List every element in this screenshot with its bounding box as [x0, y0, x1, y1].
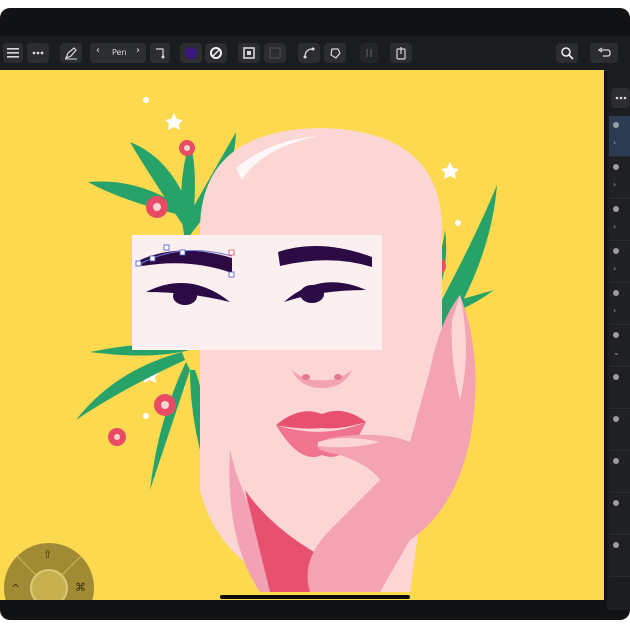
square-button[interactable]	[238, 43, 260, 63]
pen-tool-icon	[64, 47, 77, 60]
prev-tool-button[interactable]: ‹	[96, 45, 100, 56]
align-button[interactable]	[360, 43, 378, 63]
node-button[interactable]	[150, 43, 170, 63]
layers-panel-strip: › › › › › ⌄	[607, 70, 630, 610]
layer-row[interactable]: ›	[609, 242, 630, 283]
more-button[interactable]	[27, 43, 49, 63]
export-button[interactable]	[390, 43, 412, 63]
more-icon	[615, 96, 626, 100]
fill-color-button[interactable]	[180, 43, 202, 63]
layer-row[interactable]	[609, 368, 630, 409]
square-icon	[243, 47, 255, 59]
device-frame: ‹ Pen › ⇧ ^ ⌘ › › › › › ⌄	[0, 8, 630, 620]
layer-row[interactable]: ⌄	[609, 326, 630, 367]
align-icon	[366, 49, 372, 57]
star-icon	[143, 413, 149, 419]
snap-button[interactable]	[324, 43, 346, 63]
star-icon	[165, 113, 183, 130]
layer-row[interactable]: ›	[609, 284, 630, 325]
layer-row[interactable]: ›	[609, 116, 630, 157]
home-indicator	[220, 595, 410, 599]
tool-selector[interactable]: ‹ Pen ›	[90, 43, 146, 63]
gesture-right-button[interactable]: ⌘	[75, 581, 86, 594]
square-outline-button[interactable]	[264, 43, 286, 63]
fill-color-icon	[185, 47, 197, 59]
join-button[interactable]	[298, 43, 320, 63]
artwork-illustration	[76, 97, 497, 592]
zoom-button[interactable]	[556, 43, 578, 63]
gesture-left-button[interactable]: ^	[11, 582, 20, 595]
panel-more-button[interactable]	[611, 88, 630, 108]
more-icon	[32, 51, 44, 55]
artboard-canvas[interactable]: ⇧ ^ ⌘ ⌥	[0, 70, 604, 600]
export-icon	[396, 47, 406, 60]
menu-icon	[7, 48, 19, 58]
snap-icon	[330, 48, 341, 59]
join-icon	[303, 47, 315, 59]
undo-icon	[597, 47, 611, 57]
node-icon	[156, 48, 165, 59]
gesture-up-button[interactable]: ⇧	[43, 548, 52, 561]
zoom-icon	[561, 47, 574, 60]
tool-name-label: Pen	[112, 48, 127, 57]
stroke-icon	[210, 47, 222, 59]
next-tool-button[interactable]: ›	[136, 45, 140, 56]
undo-button[interactable]	[590, 43, 618, 63]
layer-row[interactable]	[609, 494, 630, 535]
star-icon	[441, 162, 459, 179]
layer-row[interactable]: ›	[609, 158, 630, 199]
menu-button[interactable]	[3, 43, 23, 63]
layer-row[interactable]: ›	[609, 200, 630, 241]
pen-tool-button[interactable]	[60, 43, 82, 63]
star-icon	[455, 220, 461, 226]
square-outline-icon	[269, 47, 281, 59]
layer-row[interactable]	[609, 452, 630, 493]
layer-row[interactable]	[609, 410, 630, 451]
stroke-button[interactable]	[205, 43, 227, 63]
top-toolbar: ‹ Pen ›	[0, 36, 630, 71]
gesture-controller[interactable]: ⇧ ^ ⌘ ⌥	[3, 542, 95, 600]
star-icon	[143, 97, 149, 103]
layer-row[interactable]	[609, 536, 630, 577]
